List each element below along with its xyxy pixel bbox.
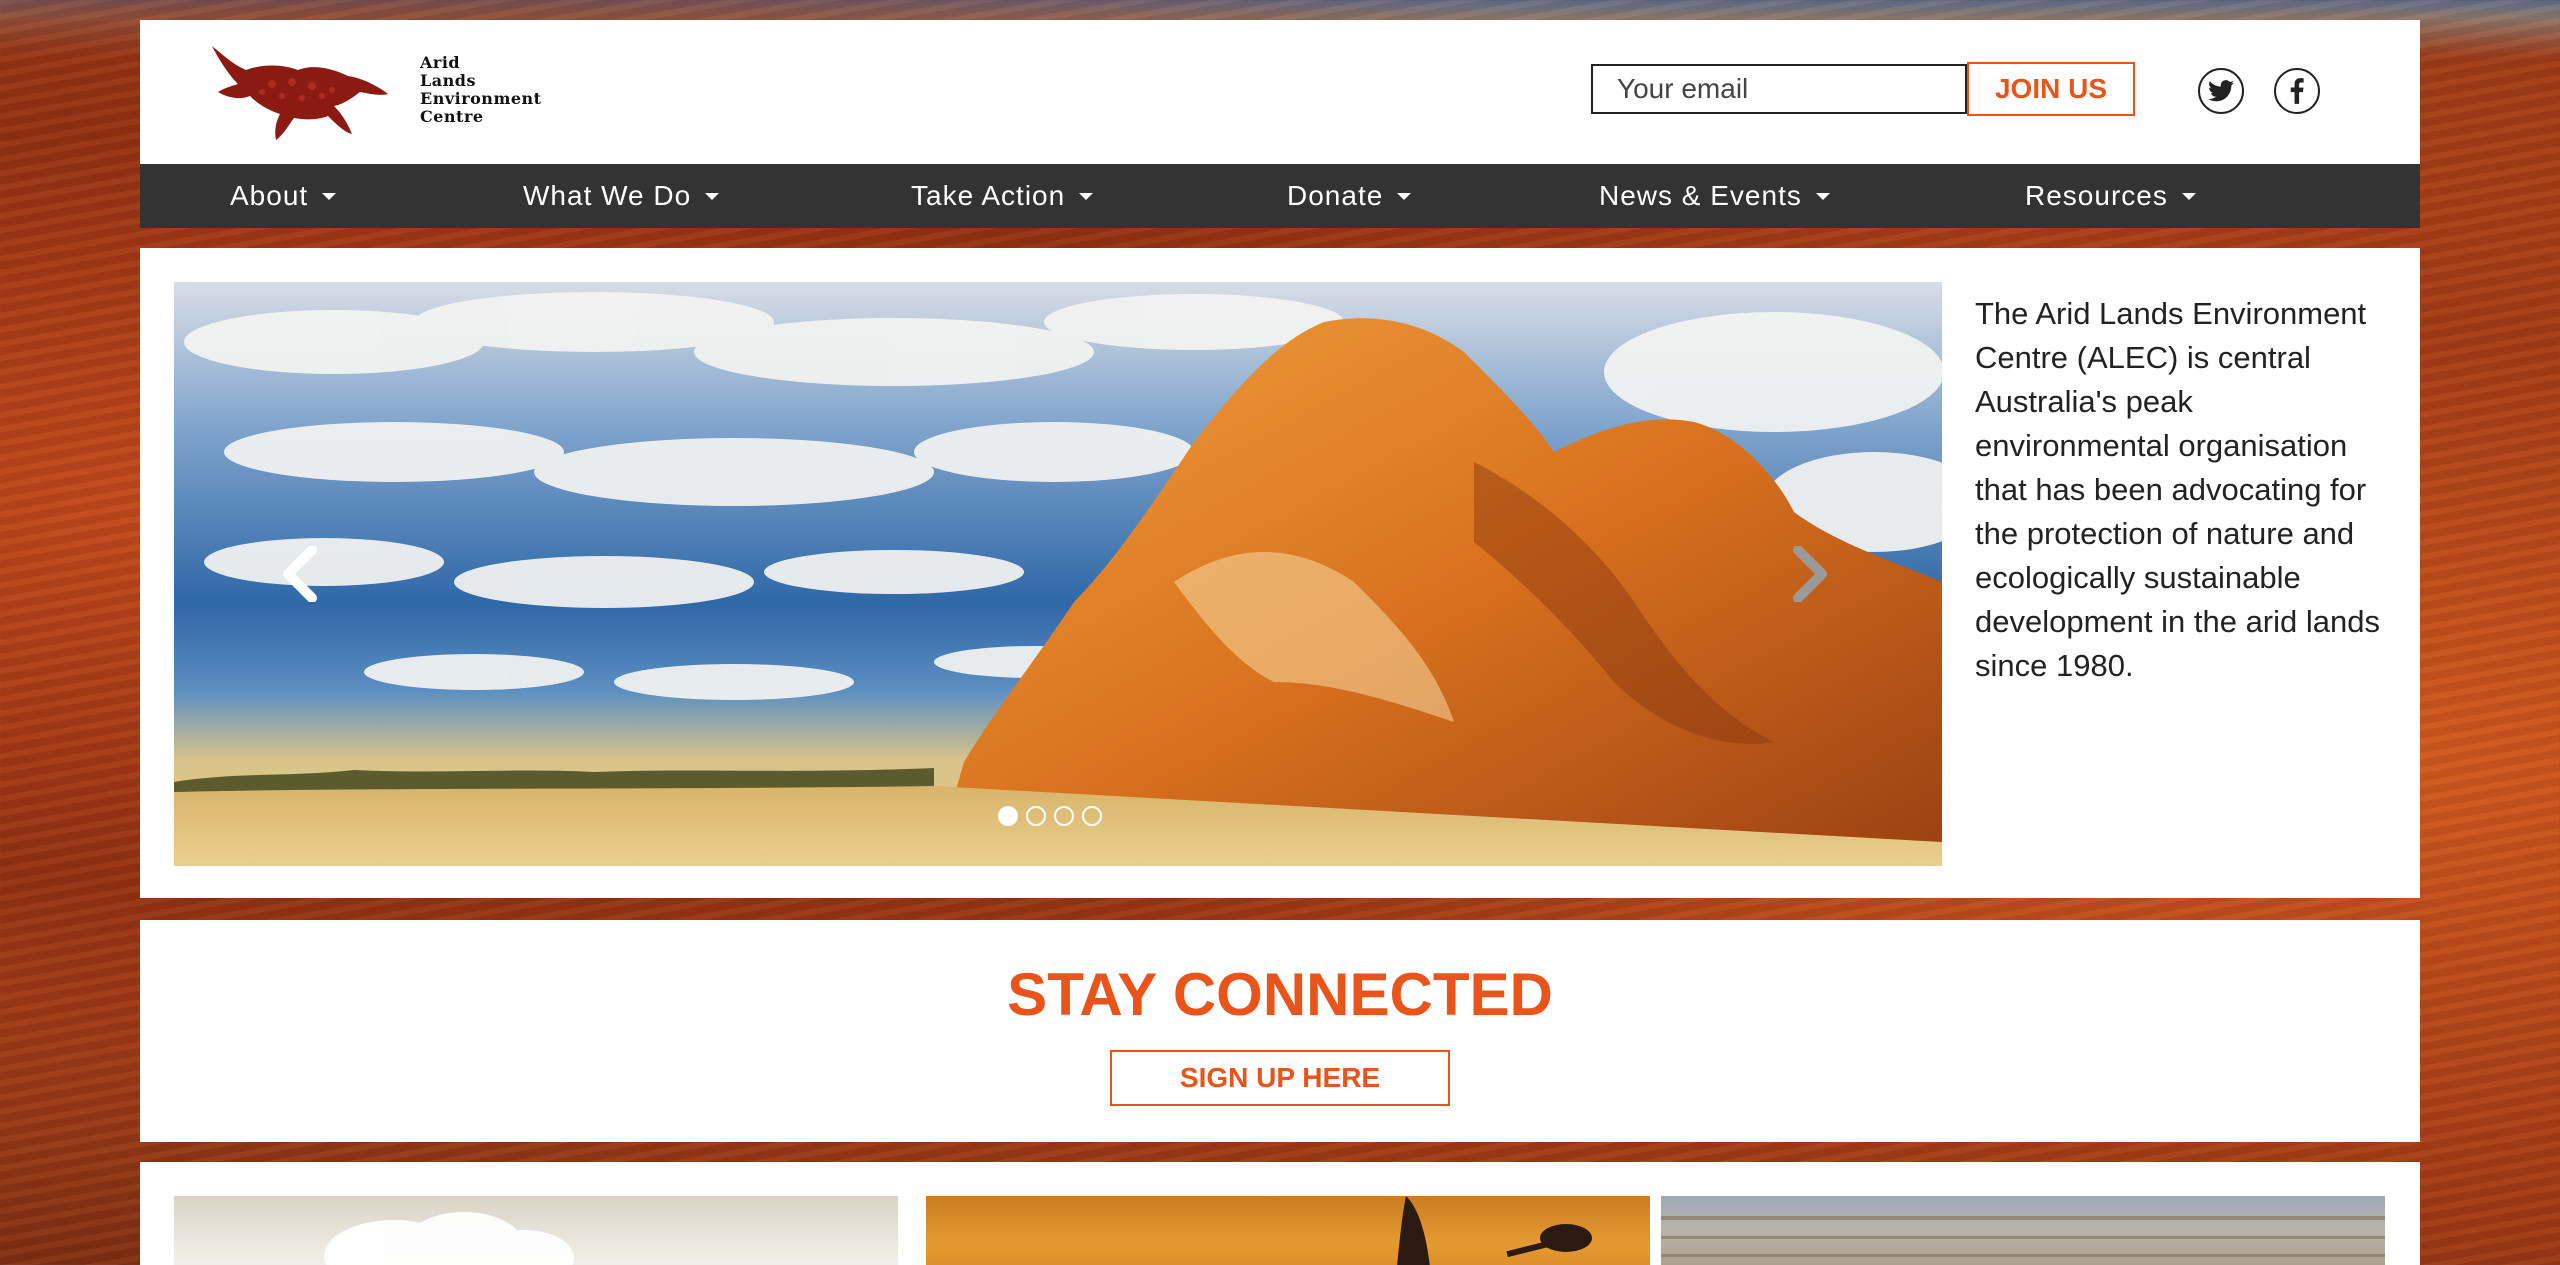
carousel-dot[interactable]	[1082, 806, 1102, 826]
site-logo[interactable]: Arid Lands Environment Centre	[202, 34, 602, 146]
caret-down-icon	[1397, 192, 1412, 200]
logo-text: Arid Lands Environment Centre	[420, 54, 542, 126]
sign-up-button[interactable]: SIGN UP HERE	[1110, 1050, 1450, 1106]
twitter-link[interactable]	[2198, 68, 2244, 114]
nav-item-take-action[interactable]: Take Action	[911, 164, 1094, 228]
feature-card-image[interactable]	[926, 1196, 1650, 1265]
card-image	[1397, 1196, 1592, 1265]
feature-card-image[interactable]	[174, 1196, 898, 1265]
logo-line: Environment	[420, 89, 542, 108]
nav-label: Take Action	[911, 180, 1066, 211]
nav-label: News & Events	[1599, 180, 1802, 211]
nav-label: Donate	[1287, 180, 1384, 211]
caret-down-icon	[2181, 192, 2196, 200]
join-us-button[interactable]: JOIN US	[1967, 62, 2135, 116]
logo-line: Arid	[420, 53, 461, 72]
carousel-dot[interactable]	[1026, 806, 1046, 826]
nav-label: What We Do	[523, 180, 692, 211]
carousel-dot[interactable]	[998, 806, 1018, 826]
carousel-prev-button[interactable]	[272, 544, 328, 604]
nav-label: About	[230, 180, 309, 211]
carousel-next-button[interactable]	[1782, 544, 1838, 604]
nav-item-news-events[interactable]: News & Events	[1599, 164, 1830, 228]
facebook-icon	[2290, 78, 2304, 104]
hero-section: The Arid Lands Environment Centre (ALEC)…	[140, 248, 2420, 898]
email-input[interactable]	[1591, 64, 1967, 114]
caret-down-icon	[1815, 192, 1830, 200]
feature-card-image[interactable]	[1661, 1196, 2385, 1265]
logo-line: Lands	[420, 71, 476, 90]
carousel-dot[interactable]	[1054, 806, 1074, 826]
nav-item-what-we-do[interactable]: What We Do	[523, 164, 720, 228]
facebook-link[interactable]	[2274, 68, 2320, 114]
card-image	[1661, 1216, 2385, 1257]
logo-line: Centre	[420, 107, 484, 126]
nav-label: Resources	[2025, 180, 2168, 211]
feature-cards-section	[140, 1162, 2420, 1265]
intro-text: The Arid Lands Environment Centre (ALEC)…	[1975, 296, 2380, 683]
carousel-indicators	[998, 806, 1102, 826]
twitter-icon	[2208, 80, 2234, 102]
main-nav: About What We Do Take Action Donate News…	[140, 164, 2420, 228]
caret-down-icon	[322, 192, 337, 200]
nav-item-resources[interactable]: Resources	[2025, 164, 2196, 228]
nav-item-donate[interactable]: Donate	[1287, 164, 1412, 228]
image-carousel[interactable]	[174, 282, 1942, 866]
stay-connected-section: STAY CONNECTED SIGN UP HERE	[140, 920, 2420, 1142]
newsletter-form: JOIN US	[1591, 62, 2135, 116]
thorny-devil-logo-icon	[212, 46, 388, 140]
card-image	[324, 1212, 574, 1265]
nav-item-about[interactable]: About	[230, 164, 337, 228]
caret-down-icon	[1079, 192, 1094, 200]
chevron-left-icon	[283, 546, 317, 602]
rock-outcrop-slide-image	[174, 292, 1942, 866]
caret-down-icon	[705, 192, 720, 200]
stay-connected-title: STAY CONNECTED	[1007, 961, 1553, 1028]
site-header: Arid Lands Environment Centre JOIN US Ab…	[140, 20, 2420, 228]
chevron-right-icon	[1793, 546, 1827, 602]
